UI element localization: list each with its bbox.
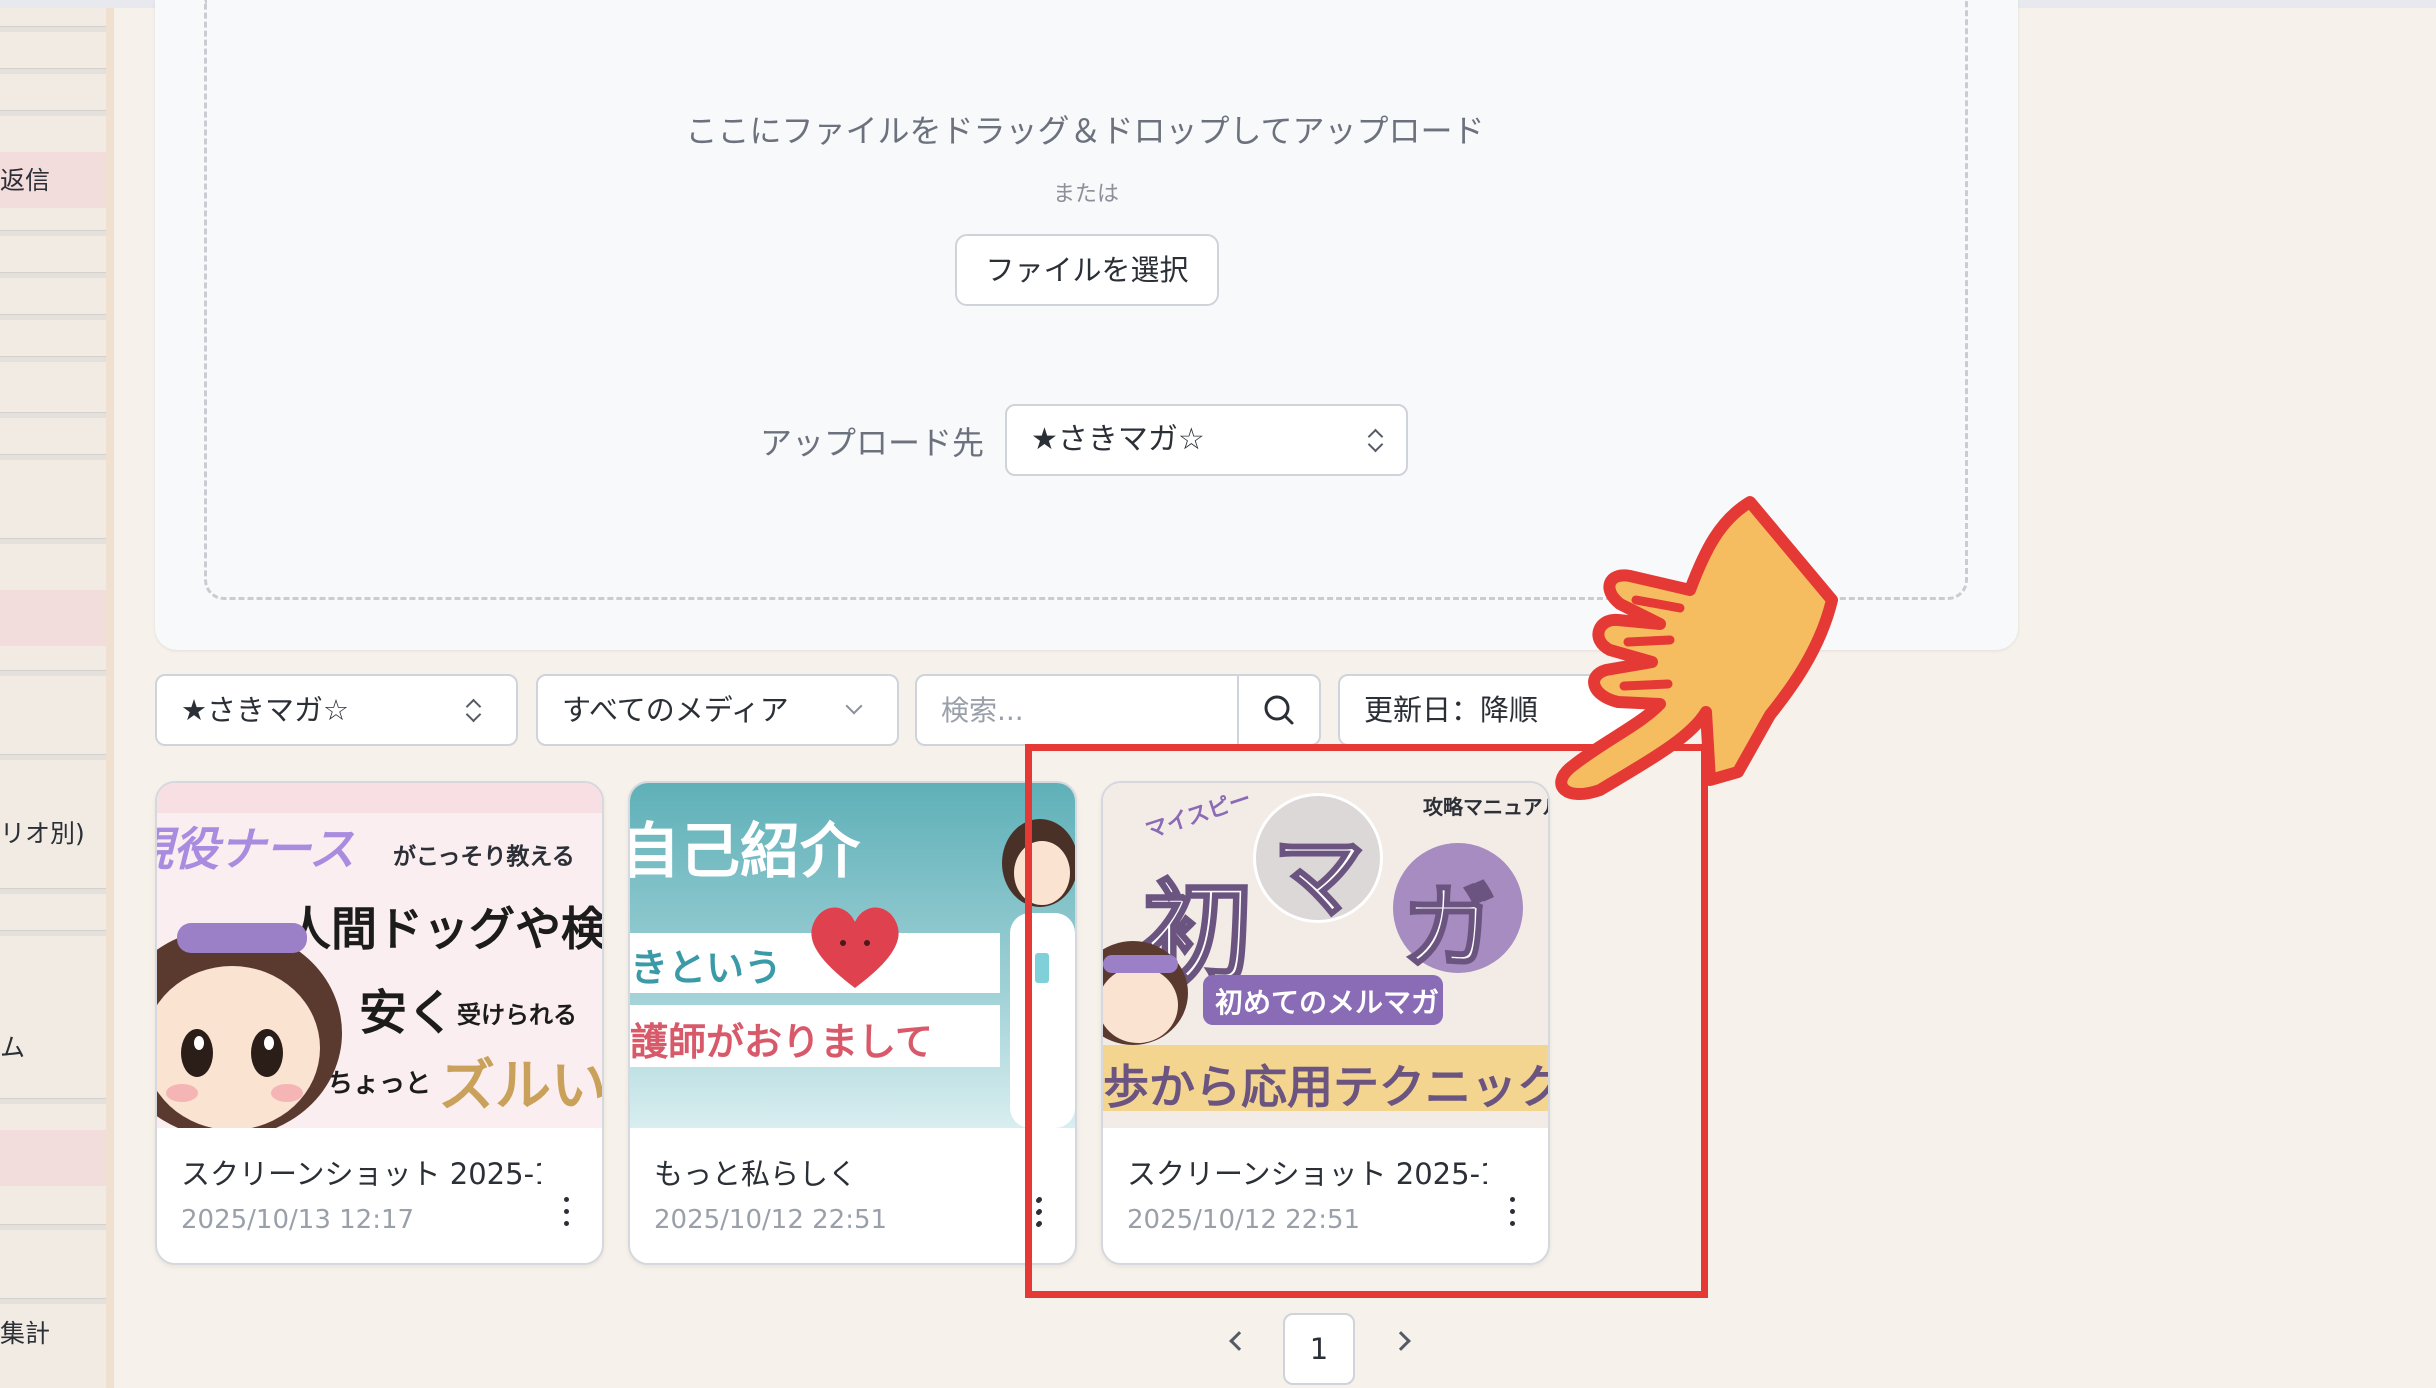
sidebar-divider — [0, 1224, 106, 1230]
sort-value: 更新日：降順 — [1364, 693, 1539, 727]
highlight-box — [1025, 744, 1708, 1298]
media-title: もっと私らしく — [654, 1157, 858, 1191]
or-label: または — [1052, 182, 1119, 207]
sidebar-divider — [0, 68, 106, 74]
updown-chevron-icon — [1367, 428, 1383, 454]
folder-select[interactable]: ★さきマガ☆ — [155, 674, 518, 746]
sidebar-divider — [0, 1098, 106, 1104]
destination-value: ★さきマガ☆ — [1031, 422, 1205, 457]
chevron-down-icon — [845, 697, 863, 715]
updown-chevron-icon — [465, 698, 481, 724]
sidebar-item-label: 集計 — [0, 1319, 51, 1348]
sidebar-item-highlight[interactable] — [0, 1130, 106, 1186]
thumb-text: がこっそり教える — [393, 844, 575, 870]
thumb-text: 現役ナース — [157, 822, 355, 876]
search-button[interactable] — [1237, 676, 1319, 744]
thumb-text: 受けられる — [457, 1001, 577, 1029]
thumb-text: ズルい — [439, 1054, 604, 1119]
sidebar-divider — [0, 1298, 106, 1304]
media-date: 2025/10/13 12:17 — [181, 1205, 415, 1235]
thumb-text: 安く — [359, 985, 456, 1041]
nurse-character-illustration — [157, 923, 342, 1128]
search-icon — [1264, 695, 1294, 725]
media-thumbnail: 自己紹介 きという 護師がおりまして — [630, 783, 1075, 1128]
sidebar-divider — [0, 230, 106, 236]
media-title: スクリーンショット 2025-1… — [181, 1157, 541, 1191]
media-type-value: すべてのメディア — [562, 693, 789, 727]
media-date: 2025/10/12 22:51 — [654, 1205, 888, 1235]
destination-select[interactable]: ★さきマガ☆ — [1005, 404, 1408, 476]
media-type-select[interactable]: すべてのメディア — [536, 674, 899, 746]
prev-page-icon[interactable] — [1229, 1331, 1249, 1351]
sidebar-divider — [0, 412, 106, 418]
search-box — [915, 674, 1321, 746]
next-page-icon[interactable] — [1391, 1331, 1411, 1351]
sidebar-divider — [0, 314, 106, 320]
thumb-text: きという — [630, 946, 783, 990]
media-card[interactable]: 自己紹介 きという 護師がおりまして もっと私らしく 2025/10/12 22… — [628, 781, 1077, 1265]
folder-select-value: ★さきマガ☆ — [181, 693, 349, 727]
sidebar-divider — [0, 754, 106, 760]
sidebar-divider — [0, 670, 106, 676]
sidebar: 返信 リオ別) ム 集計 — [0, 8, 114, 1388]
sidebar-item-label: リオ別) — [0, 819, 85, 848]
sidebar-item-highlight[interactable] — [0, 590, 106, 646]
sidebar-divider — [0, 454, 106, 460]
sidebar-divider — [0, 272, 106, 278]
page-number-current[interactable]: 1 — [1283, 1313, 1355, 1385]
drop-instruction: ここにファイルをドラッグ＆ドロップしてアップロード — [685, 112, 1485, 150]
sidebar-divider — [0, 356, 106, 362]
media-thumbnail: 現役ナース がこっそり教える 人間ドッグや検診 安く 受けられる ちょっと ズル… — [157, 783, 604, 1128]
sidebar-divider — [0, 538, 106, 544]
destination-label: アップロード先 — [760, 424, 985, 462]
more-options-icon[interactable] — [562, 1197, 572, 1227]
sidebar-divider — [0, 930, 106, 936]
select-file-button[interactable]: ファイルを選択 — [955, 234, 1219, 306]
thumb-text: 護師がおりまして — [630, 1020, 933, 1064]
thumb-text: 自己紹介 — [630, 817, 860, 887]
sidebar-divider — [0, 888, 106, 894]
thumb-band — [157, 783, 602, 813]
search-input[interactable] — [917, 676, 1237, 744]
heart-icon — [811, 907, 899, 988]
sidebar-divider — [0, 26, 106, 32]
pointing-hand-icon — [1555, 496, 1838, 800]
sidebar-item-label: ム — [0, 1033, 26, 1062]
media-card[interactable]: 現役ナース がこっそり教える 人間ドッグや検診 安く 受けられる ちょっと ズル… — [155, 781, 604, 1265]
